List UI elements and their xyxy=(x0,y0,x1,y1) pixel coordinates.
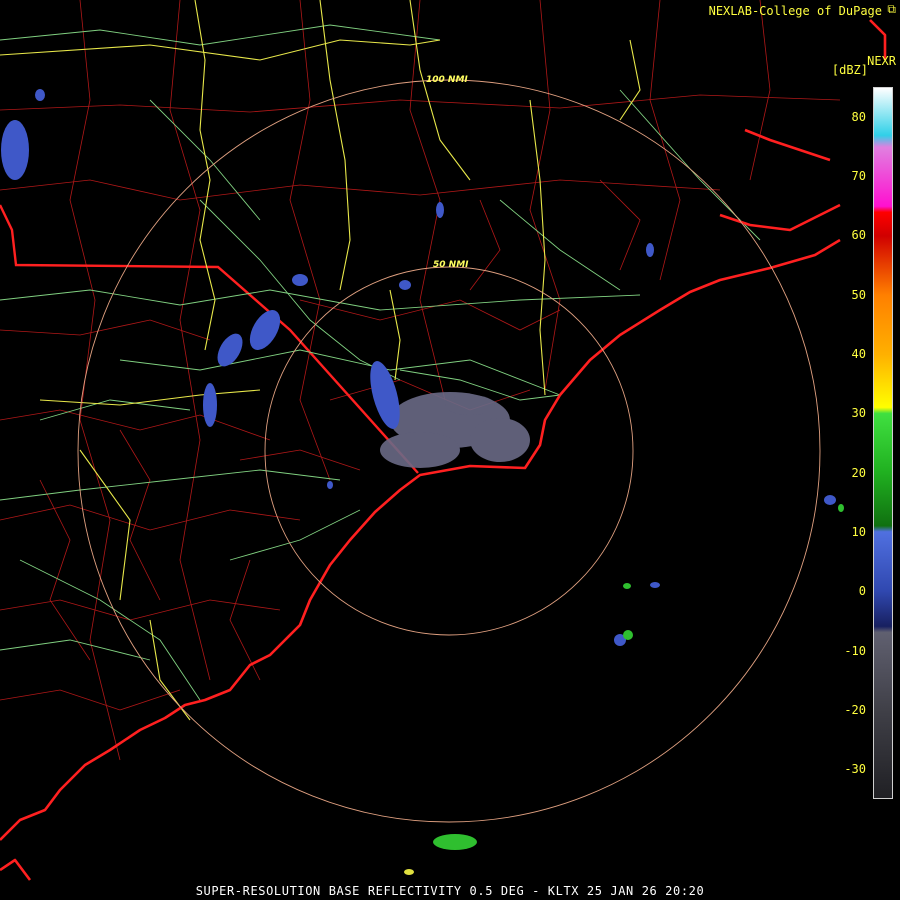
restore-window-icon[interactable]: ⧉ xyxy=(887,2,896,17)
credit-label: NEXLAB-College of DuPage xyxy=(708,4,882,18)
unit-label: [dBZ] xyxy=(831,63,868,77)
color-bar-tick: -10 xyxy=(844,643,866,658)
dbz-color-bar xyxy=(873,87,893,799)
radar-map: 50 NMI 100 NMI xyxy=(0,0,900,900)
product-footer: SUPER-RESOLUTION BASE REFLECTIVITY 0.5 D… xyxy=(195,884,705,898)
color-bar-tick: 30 xyxy=(851,406,866,421)
color-bar-tick: 70 xyxy=(851,169,866,183)
color-bar-tick: 20 xyxy=(851,465,866,480)
color-bar-tick: 80 xyxy=(851,109,866,124)
range-ring-label-50: 50 NMI xyxy=(433,260,469,270)
color-bar-tick: 0 xyxy=(858,584,866,599)
color-bar-tick: 40 xyxy=(851,347,866,361)
range-ring-label-100: 100 NMI xyxy=(426,75,468,85)
color-bar-tick: 50 xyxy=(851,287,866,302)
color-bar-tick: 60 xyxy=(851,228,866,243)
heavy-echo-cells xyxy=(404,869,414,875)
product-label: NEXR xyxy=(867,54,896,68)
color-bar-tick: 10 xyxy=(851,525,866,539)
color-bar-tick: -30 xyxy=(844,762,866,777)
color-bar-tick: -20 xyxy=(844,703,866,717)
